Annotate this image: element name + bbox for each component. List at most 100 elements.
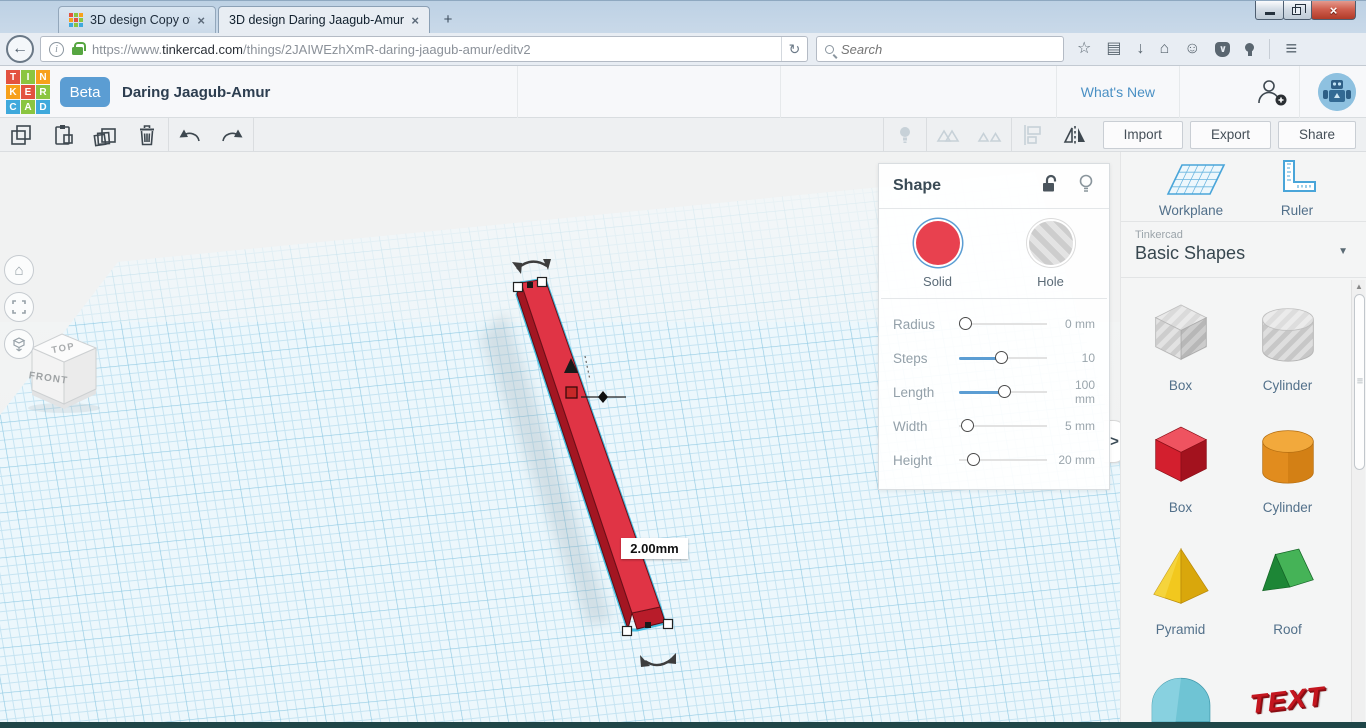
shape-tile-hole-box[interactable]: Box (1127, 292, 1234, 414)
home-icon[interactable]: ⌂ (1159, 41, 1169, 57)
copy-icon (11, 124, 31, 145)
tab-copy-of-bubble[interactable]: 3D design Copy of bubble ... × (58, 6, 216, 33)
tips-lightbulb-icon[interactable] (1077, 173, 1095, 200)
shape-tile-roof[interactable]: Roof (1234, 536, 1341, 658)
bookmarks-panel-icon[interactable]: ▤ (1106, 41, 1121, 57)
show-all-button[interactable] (884, 118, 926, 152)
undo-button[interactable] (169, 118, 211, 152)
red-box-icon (1154, 426, 1207, 482)
shape-library-selector[interactable]: Tinkercad Basic Shapes ▼ (1121, 222, 1366, 278)
downloads-icon[interactable]: ↓ (1136, 41, 1144, 57)
paste-button[interactable] (42, 118, 84, 152)
pocket-icon[interactable]: ∨ (1215, 41, 1231, 57)
editor-toolbar: Import Export Share (0, 117, 1366, 152)
beta-badge[interactable]: Beta (60, 77, 110, 107)
library-dropdown-icon[interactable]: ▼ (1338, 246, 1348, 257)
shape-tile-hole-cylinder[interactable]: Cylinder (1234, 292, 1341, 414)
slider-knob[interactable] (960, 418, 974, 432)
tab-close-icon[interactable]: × (197, 14, 205, 27)
search-input[interactable] (841, 41, 1055, 57)
ungroup-button[interactable] (969, 118, 1011, 152)
flip-button[interactable] (1054, 118, 1096, 152)
import-button[interactable]: Import (1102, 120, 1183, 149)
page-info-icon[interactable]: i (49, 41, 64, 57)
ruler-tool[interactable]: Ruler (1237, 158, 1357, 218)
robot-avatar-image (1318, 73, 1356, 111)
workplane-icon (1166, 164, 1226, 195)
url-bar[interactable]: i https://www.tinkercad.com/things/2JAIW… (40, 36, 808, 62)
export-button[interactable]: Export (1189, 120, 1271, 149)
hello-chat-icon[interactable]: ☺ (1184, 41, 1200, 57)
solid-color-circle[interactable] (915, 221, 960, 265)
unlock-icon[interactable] (1041, 174, 1059, 199)
shape-tile-pyramid[interactable]: Pyramid (1127, 536, 1234, 658)
shape-label: Roof (1273, 622, 1302, 637)
home-view-icon: ⌂ (14, 261, 24, 279)
shape-tile-round-roof[interactable] (1127, 658, 1234, 728)
hole-label: Hole (1037, 274, 1064, 289)
align-button[interactable] (1012, 118, 1054, 152)
header-separator (517, 66, 518, 118)
scale-handle[interactable] (565, 386, 578, 399)
tinkercad-logo[interactable]: TIN KER CAD (6, 70, 50, 114)
workplane-tool[interactable]: Workplane (1131, 158, 1251, 218)
shape-tile-box[interactable]: Box (1127, 414, 1234, 536)
perspective-toggle-button[interactable] (4, 329, 34, 359)
redo-icon (222, 129, 243, 141)
header-separator (780, 66, 781, 118)
sidebar-scrollbar[interactable]: ▲ (1351, 280, 1365, 728)
minimize-button[interactable] (1255, 1, 1284, 20)
back-button[interactable]: ← (6, 35, 34, 63)
width-slider[interactable] (959, 418, 1047, 432)
restore-button[interactable] (1283, 1, 1312, 20)
duplicate-button[interactable] (84, 118, 126, 152)
invite-user-button[interactable] (1244, 66, 1300, 118)
height-slider[interactable] (959, 452, 1047, 466)
scrollbar-thumb[interactable] (1353, 294, 1365, 470)
hole-swatch[interactable]: Hole (1028, 221, 1073, 289)
fit-view-button[interactable] (4, 292, 34, 322)
hole-pattern-circle[interactable] (1028, 221, 1073, 265)
solid-swatch[interactable]: Solid (915, 221, 960, 289)
tab-close-icon[interactable]: × (411, 14, 419, 27)
delete-button[interactable] (126, 118, 168, 152)
window-controls: × (1255, 1, 1356, 20)
user-avatar[interactable] (1318, 73, 1356, 111)
redo-button[interactable] (211, 118, 253, 152)
menu-icon[interactable]: ≡ (1285, 39, 1297, 59)
home-view-button[interactable]: ⌂ (4, 255, 34, 285)
group-icon (936, 128, 960, 142)
length-slider[interactable] (959, 384, 1047, 398)
slider-knob[interactable] (997, 384, 1011, 398)
close-window-button[interactable]: × (1311, 1, 1356, 20)
panel-title: Shape (893, 177, 942, 194)
url-text[interactable]: https://www.tinkercad.com/things/2JAIWEz… (92, 42, 781, 57)
reload-button[interactable]: ↻ (781, 37, 807, 61)
slider-knob[interactable] (995, 350, 1009, 364)
search-bar[interactable] (816, 36, 1064, 62)
share-button[interactable]: Share (1277, 120, 1356, 149)
fit-view-icon (12, 300, 26, 314)
slider-knob[interactable] (966, 452, 980, 466)
new-tab-button[interactable]: + (436, 9, 460, 31)
whats-new-link[interactable]: What's New (1055, 66, 1180, 118)
toolbar-separator (253, 117, 254, 152)
steps-slider[interactable] (959, 350, 1047, 364)
tinkercad-header: TIN KER CAD Beta Daring Jaagub-Amur What… (0, 66, 1366, 118)
radius-slider[interactable] (959, 316, 1047, 330)
shape-tile-cylinder[interactable]: Cylinder (1234, 414, 1341, 536)
group-button[interactable] (927, 118, 969, 152)
toolbar-right-group: Import Export Share (882, 117, 1366, 152)
beacon-icon[interactable] (1245, 42, 1255, 56)
design-title[interactable]: Daring Jaagub-Amur (122, 66, 270, 118)
dimension-value-label[interactable]: 2.00mm (621, 538, 688, 559)
slider-knob[interactable] (959, 316, 973, 330)
scroll-up-icon[interactable]: ▲ (1352, 282, 1366, 291)
shape-tile-text[interactable]: TEXT (1234, 658, 1341, 728)
copy-button[interactable] (0, 118, 42, 152)
bookmark-star-icon[interactable]: ☆ (1077, 41, 1091, 57)
slider-value: 5 mm (1065, 419, 1095, 433)
trash-icon (140, 124, 154, 145)
taskbar-edge (0, 722, 1366, 728)
tab-daring-jaagub-amur[interactable]: 3D design Daring Jaagub-Amur... × (218, 6, 430, 33)
